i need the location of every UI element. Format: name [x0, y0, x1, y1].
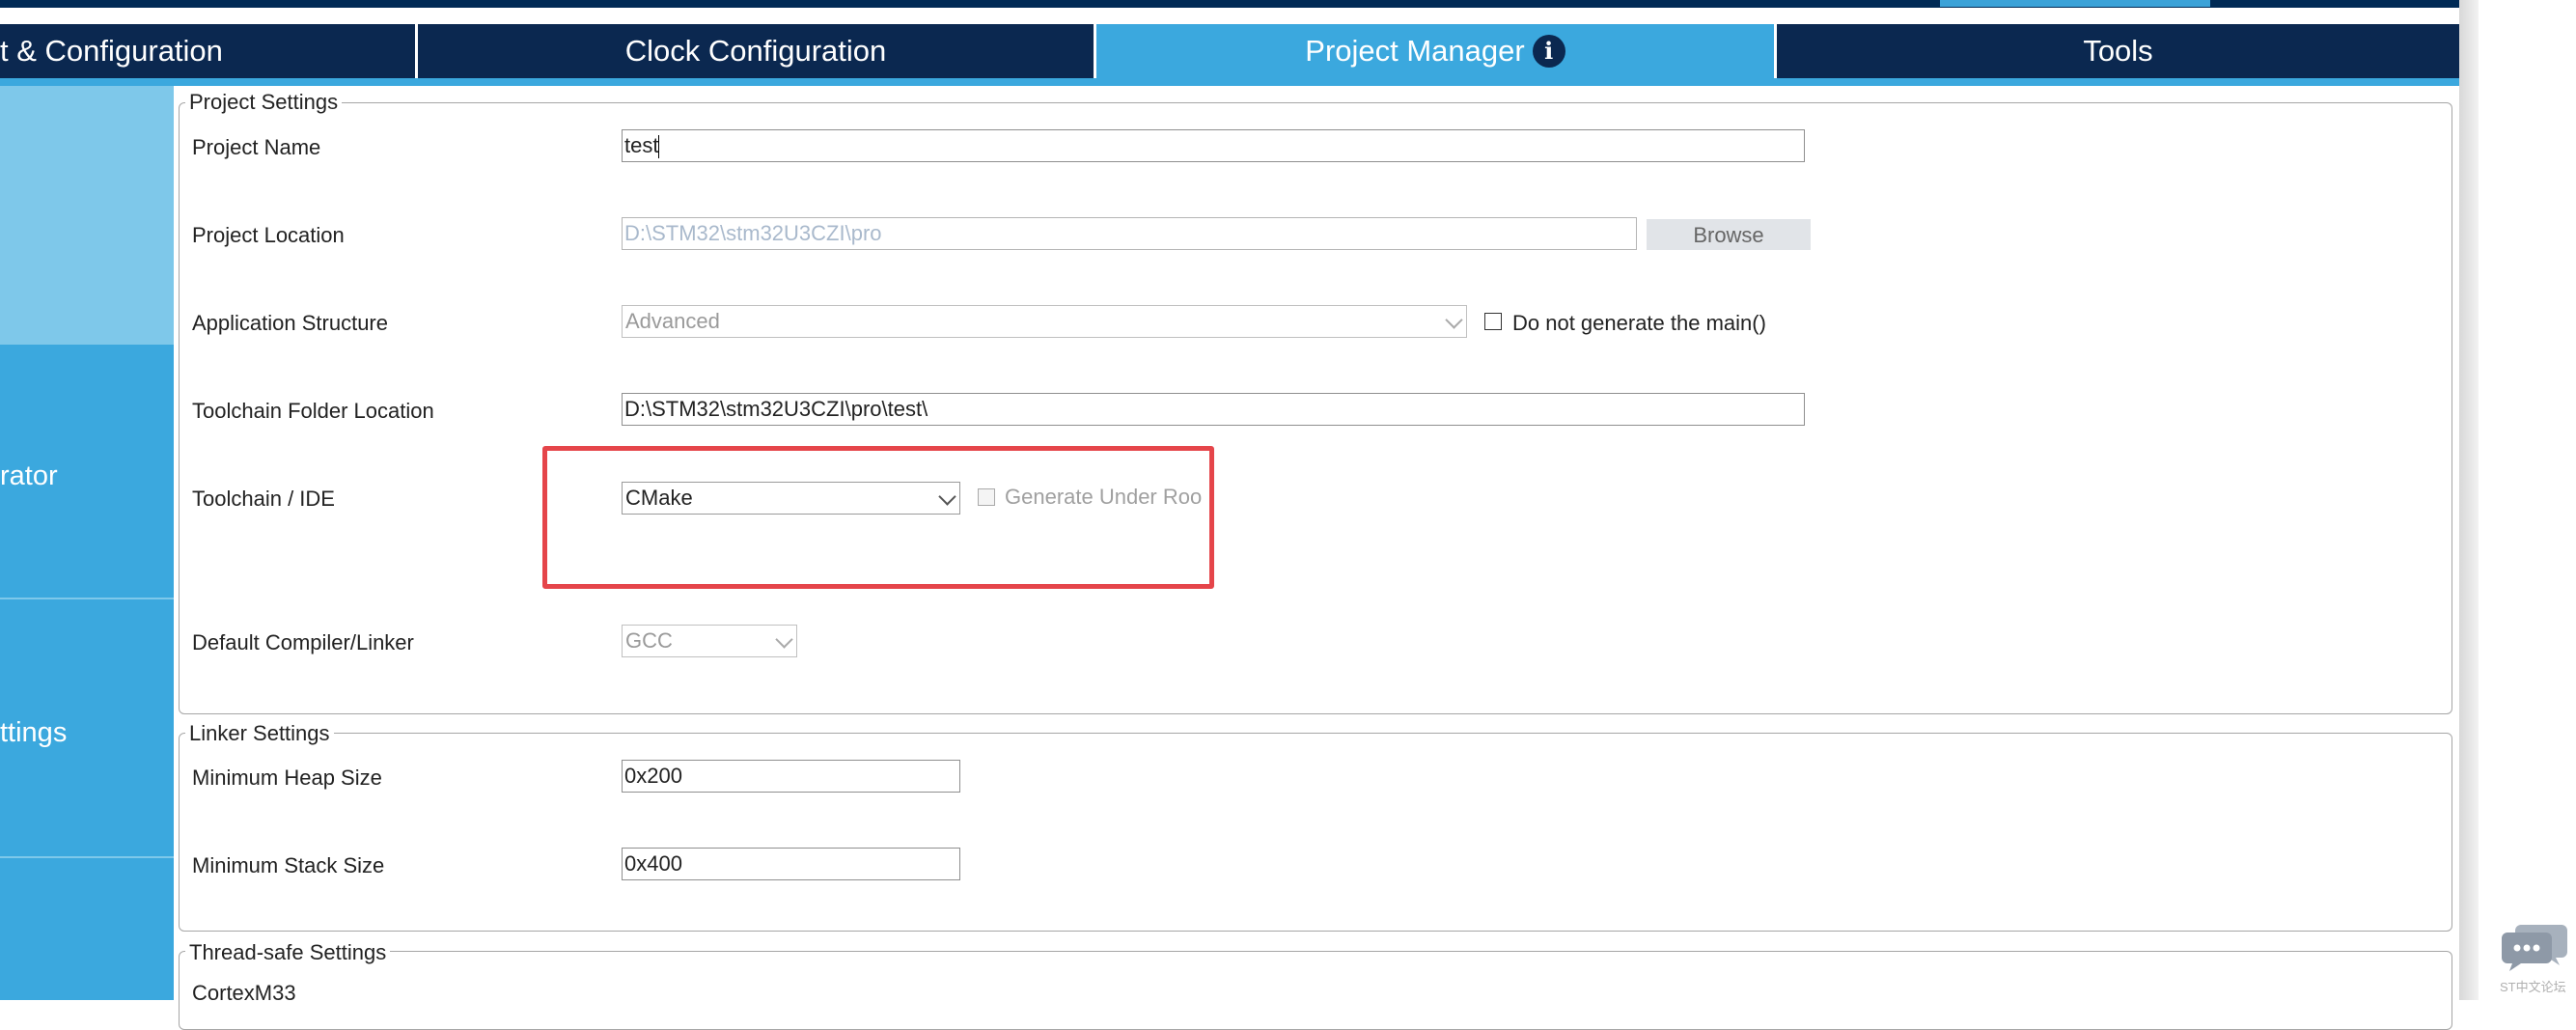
- stack-size-input[interactable]: 0x400: [622, 848, 960, 880]
- top-strip-accent: [1940, 0, 2210, 7]
- linker-settings-title: Linker Settings: [185, 721, 334, 746]
- thread-safe-settings-title: Thread-safe Settings: [185, 940, 391, 965]
- window-edge: [2459, 0, 2479, 1000]
- do-not-generate-main-label: Do not generate the main(): [1512, 311, 1766, 335]
- chevron-down-icon: [775, 630, 793, 649]
- project-name-input[interactable]: test: [622, 129, 1805, 162]
- compiler-select[interactable]: GCC: [622, 625, 797, 657]
- project-location-label: Project Location: [192, 223, 345, 247]
- tab-label: Project Manager: [1305, 34, 1525, 68]
- compiler-label: Default Compiler/Linker: [192, 630, 414, 654]
- project-location-input[interactable]: D:\STM32\stm32U3CZI\pro: [622, 217, 1637, 250]
- application-structure-value: Advanced: [625, 309, 720, 333]
- tab-label: t & Configuration: [0, 34, 223, 68]
- application-structure-select[interactable]: Advanced: [622, 305, 1467, 338]
- chevron-down-icon: [1445, 311, 1463, 329]
- tab-bar-underline: [0, 78, 2459, 86]
- heap-size-input[interactable]: 0x200: [622, 760, 960, 793]
- sidebar-item-advanced-settings[interactable]: ttings: [0, 599, 174, 856]
- tab-clock-configuration[interactable]: Clock Configuration: [418, 24, 1094, 78]
- sidebar-item-pinout[interactable]: [0, 86, 174, 345]
- tab-project-manager[interactable]: Project Manager i: [1096, 24, 1774, 78]
- project-settings-title: Project Settings: [185, 90, 343, 115]
- tab-label: Clock Configuration: [624, 34, 887, 68]
- toolchain-folder-label: Toolchain Folder Location: [192, 399, 434, 423]
- tab-label: Tools: [2083, 34, 2153, 68]
- do-not-generate-main-checkbox[interactable]: [1484, 313, 1502, 330]
- toolchain-ide-label: Toolchain / IDE: [192, 487, 335, 511]
- tab-pinout-configuration[interactable]: t & Configuration: [0, 24, 415, 78]
- highlight-box: [542, 446, 1214, 589]
- compiler-value: GCC: [625, 628, 673, 653]
- sidebar-item-label: ttings: [0, 717, 68, 748]
- application-structure-label: Application Structure: [192, 311, 388, 335]
- sidebar-item-label: rator: [0, 460, 58, 491]
- project-name-value: test: [624, 133, 659, 157]
- tab-tools[interactable]: Tools: [1777, 24, 2459, 78]
- thread-safe-settings-group: [179, 951, 2452, 1030]
- tab-bar: t & Configuration Clock Configuration Pr…: [0, 24, 2459, 78]
- info-icon[interactable]: i: [1532, 35, 1565, 68]
- linker-settings-group: [179, 733, 2452, 932]
- chat-icon[interactable]: [2500, 917, 2569, 975]
- watermark: ST中文论坛: [2500, 980, 2566, 994]
- browse-button[interactable]: Browse: [1647, 219, 1811, 250]
- text-caret: [658, 135, 660, 159]
- toolchain-folder-input[interactable]: D:\STM32\stm32U3CZI\pro\test\: [622, 393, 1805, 426]
- project-name-label: Project Name: [192, 135, 321, 159]
- core-label: CortexM33: [192, 981, 296, 1005]
- sidebar-item-code-generator[interactable]: rator: [0, 345, 174, 598]
- sidebar-item-other[interactable]: [0, 858, 174, 1000]
- heap-size-label: Minimum Heap Size: [192, 766, 382, 790]
- stack-size-label: Minimum Stack Size: [192, 853, 385, 877]
